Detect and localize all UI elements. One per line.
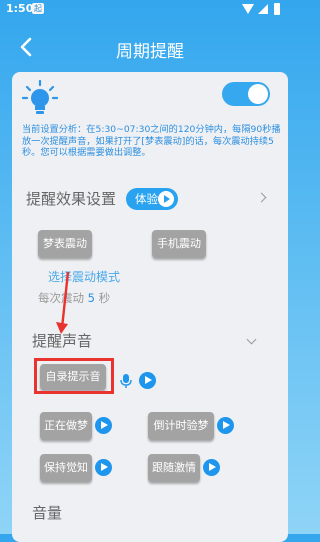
wifi-icon bbox=[242, 4, 254, 14]
effect-section-title: 提醒效果设置 bbox=[26, 190, 117, 208]
microphone-icon[interactable] bbox=[119, 373, 133, 389]
vibrate-unit: 秒 bbox=[98, 291, 111, 305]
sound-section-title: 提醒声音 bbox=[32, 332, 93, 350]
status-time: 1:50 bbox=[6, 2, 34, 15]
signal-icon bbox=[258, 4, 268, 14]
vibrate-prefix: 每次震动 bbox=[38, 291, 84, 305]
page-title: 周期提醒 bbox=[116, 42, 184, 62]
settings-analysis-text: 当前设置分析：在5:30~07:30之间的120分钟内，每隔90秒播放一次提醒声… bbox=[22, 124, 281, 158]
chevron-down-icon[interactable] bbox=[246, 334, 257, 345]
sound-item-button[interactable]: 正在做梦 bbox=[40, 412, 92, 440]
phone-vibrate-button[interactable]: 手机震动 bbox=[152, 230, 206, 258]
try-label: 体验 bbox=[135, 192, 158, 206]
vibrate-duration: 每次震动 5 秒 bbox=[38, 290, 110, 306]
sound-item-button[interactable]: 倒计时验梦 bbox=[148, 412, 214, 440]
volume-section-title: 音量 bbox=[32, 504, 63, 522]
vibrate-seconds[interactable]: 5 bbox=[88, 291, 95, 305]
sound-item-button[interactable]: 跟随激情 bbox=[148, 454, 200, 482]
title-bar: 周期提醒 bbox=[0, 26, 300, 72]
vibrate-mode-hint: 选择震动模式 bbox=[48, 270, 121, 284]
lightbulb-icon bbox=[22, 80, 58, 114]
app-notification-icon: 起 bbox=[32, 3, 44, 14]
try-button[interactable]: 体验 bbox=[126, 188, 178, 210]
dream-watch-vibrate-button[interactable]: 梦表震动 bbox=[38, 230, 92, 258]
play-sound-icon[interactable] bbox=[217, 417, 234, 434]
play-sound-icon[interactable] bbox=[203, 459, 220, 476]
chevron-right-icon[interactable] bbox=[256, 192, 267, 203]
toggle-knob bbox=[248, 84, 268, 104]
play-sound-icon[interactable] bbox=[95, 459, 112, 476]
settings-card: 当前设置分析：在5:30~07:30之间的120分钟内，每隔90秒播放一次提醒声… bbox=[12, 72, 288, 542]
sound-item-button[interactable]: 保持觉知 bbox=[40, 454, 92, 482]
status-bar: 1:50 起 bbox=[0, 0, 300, 18]
highlight-box bbox=[34, 358, 114, 394]
battery-icon bbox=[274, 3, 280, 15]
play-icon bbox=[158, 191, 174, 207]
reminder-toggle[interactable] bbox=[222, 82, 270, 106]
play-custom-sound-icon[interactable] bbox=[139, 372, 156, 389]
play-sound-icon[interactable] bbox=[95, 417, 112, 434]
